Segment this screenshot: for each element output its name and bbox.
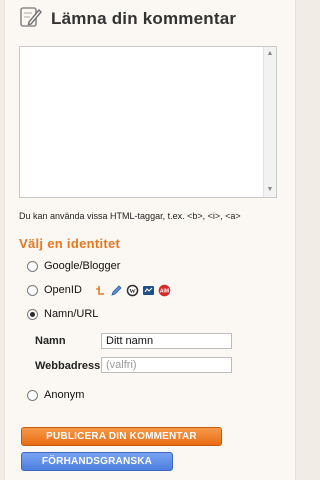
scroll-down-arrow-icon[interactable]: ▼ [264,185,276,195]
radio-openid[interactable] [27,284,38,296]
website-label: Webbadress [35,360,101,372]
livejournal-icon[interactable] [94,284,107,297]
identity-option-name-url[interactable]: Namn/URL [27,306,98,322]
typepad-icon[interactable] [142,284,155,297]
identity-option-google[interactable]: Google/Blogger [27,258,120,274]
page-title: Lämna din kommentar [51,9,237,28]
identity-option-anonymous[interactable]: Anonym [27,387,84,403]
pencil-icon[interactable] [110,284,123,297]
svg-text:AIM: AIM [160,288,169,294]
comment-textarea[interactable]: ▲ ▼ [19,46,277,198]
aim-icon[interactable]: AIM [158,284,171,297]
name-input[interactable] [101,333,232,349]
website-input[interactable] [101,357,232,373]
publish-comment-button[interactable]: PUBLICERA DIN KOMMENTAR [21,427,222,446]
openid-provider-icons: W AIM [94,284,171,297]
name-label: Namn [35,335,66,347]
scroll-up-arrow-icon[interactable]: ▲ [264,49,276,59]
svg-text:W: W [129,288,136,295]
radio-anonymous[interactable] [27,389,38,401]
identity-option-openid[interactable]: OpenID W AIM [27,282,171,298]
identity-option-label: Anonym [44,389,85,401]
identity-option-label: OpenID [44,284,82,296]
radio-name-url[interactable] [27,308,38,320]
radio-google[interactable] [27,260,38,272]
identity-heading: Välj en identitet [19,236,121,251]
preview-button[interactable]: FÖRHANDSGRANSKA [21,452,173,471]
comment-panel: Lämna din kommentar ▲ ▼ Du kan använda v… [4,0,296,480]
wordpress-icon[interactable]: W [126,284,139,297]
comment-header: Lämna din kommentar [19,6,236,32]
html-tags-hint: Du kan använda vissa HTML-taggar, t.ex. … [19,211,241,221]
pencil-icon [19,5,43,34]
textarea-scrollbar[interactable]: ▲ ▼ [263,47,276,197]
identity-option-label: Namn/URL [44,308,99,320]
identity-option-label: Google/Blogger [44,260,121,272]
